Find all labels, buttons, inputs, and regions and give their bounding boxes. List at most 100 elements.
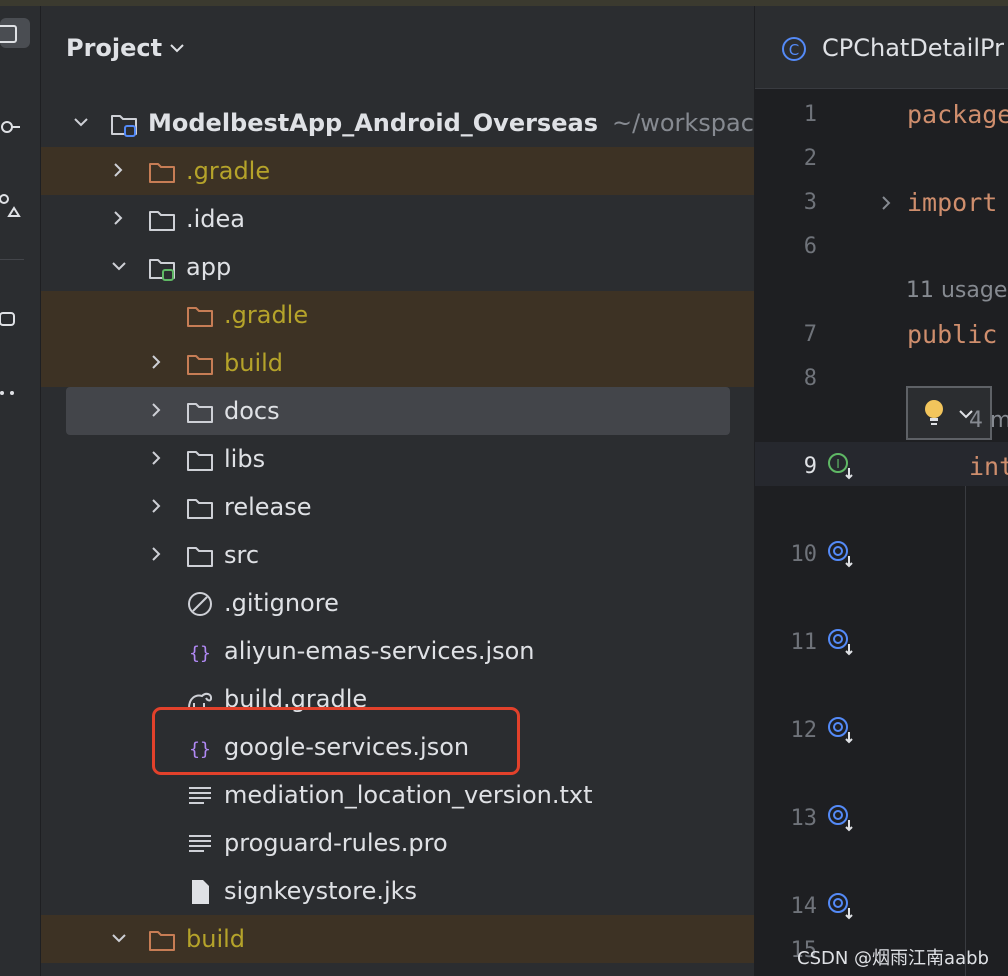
folder-icon xyxy=(187,547,213,567)
folder-icon xyxy=(149,211,175,231)
tree-row[interactable]: build xyxy=(41,339,754,387)
override-marker-icon[interactable] xyxy=(827,716,857,746)
line-number: 3 xyxy=(803,190,817,215)
project-panel-header: Project xyxy=(41,6,754,90)
line-number: 8 xyxy=(803,366,817,391)
json-file-icon: {} xyxy=(189,643,211,664)
tree-item-label: release xyxy=(224,493,312,521)
tree-row[interactable]: {} aliyun-emas-services.json xyxy=(41,627,754,675)
tree-item-label: aliyun-emas-services.json xyxy=(224,637,535,665)
tree-row[interactable]: build xyxy=(41,915,754,963)
svg-text:{}: {} xyxy=(189,643,211,664)
tree-row[interactable]: libs xyxy=(41,435,754,483)
tool-strip-separator xyxy=(0,259,24,260)
tree-row[interactable]: proguard-rules.pro xyxy=(41,819,754,867)
folder-icon xyxy=(149,931,175,951)
override-marker-icon[interactable] xyxy=(827,804,857,834)
line-number: 7 xyxy=(803,322,817,347)
chevron-down-icon[interactable] xyxy=(169,42,185,54)
tree-item-label: build xyxy=(224,349,284,377)
svg-text:I: I xyxy=(836,457,840,471)
code-keyword-public[interactable]: public xyxy=(907,320,997,349)
tree-row[interactable]: .gradle xyxy=(41,291,754,339)
ignore-file-icon xyxy=(188,592,212,616)
app-module-icon xyxy=(149,259,175,281)
project-panel: Project ModelbestApp_Android_Overseas ~/w… xyxy=(41,6,754,976)
tree-item-label: libs xyxy=(224,445,266,473)
tree-row[interactable]: mediation_location_version.txt xyxy=(41,771,754,819)
file-icon xyxy=(192,880,209,904)
chevron-right-icon[interactable] xyxy=(111,210,127,228)
tree-item-label: build xyxy=(186,925,246,953)
folder-icon xyxy=(187,307,213,327)
text-file-icon xyxy=(189,835,211,852)
folder-icon xyxy=(187,403,213,423)
text-file-icon xyxy=(189,787,211,804)
folder-icon xyxy=(187,499,213,519)
override-marker-icon[interactable] xyxy=(827,540,857,570)
module-icon xyxy=(111,115,137,137)
folder-icon xyxy=(149,163,175,183)
code-keyword-import[interactable]: import xyxy=(907,188,997,217)
commit-tool-icon[interactable] xyxy=(0,112,30,142)
tree-item-label: .idea xyxy=(186,205,246,233)
structure-tool-icon[interactable] xyxy=(0,192,30,222)
line-number: 9 xyxy=(803,454,817,479)
tree-row[interactable]: .idea xyxy=(41,195,754,243)
editor-tab-bar: C CPChatDetailPr xyxy=(755,6,1008,89)
tree-row[interactable]: signkeystore.jks xyxy=(41,867,754,915)
tree-row[interactable]: .gradle xyxy=(41,147,754,195)
tree-item-label: src xyxy=(224,541,260,569)
tree-item-label: .gradle xyxy=(224,301,309,329)
tree-item-label: docs xyxy=(224,397,280,425)
line-number: 6 xyxy=(803,234,817,259)
editor-tab-label[interactable]: CPChatDetailPr xyxy=(822,34,1004,62)
line-number: 1 xyxy=(803,102,817,127)
override-marker-icon[interactable] xyxy=(827,628,857,658)
tree-item-label: signkeystore.jks xyxy=(224,877,418,905)
line-number: 11 xyxy=(790,630,818,655)
line-number: 2 xyxy=(803,146,817,171)
chevron-down-icon[interactable] xyxy=(73,114,89,132)
line-number: 12 xyxy=(790,718,818,743)
lightbulb-icon[interactable] xyxy=(921,397,947,429)
class-file-icon: C xyxy=(782,37,806,61)
line-number: 13 xyxy=(790,806,818,831)
chevron-right-icon[interactable] xyxy=(149,546,165,564)
plugin-tool-icon[interactable] xyxy=(0,304,30,334)
tree-row[interactable]: .gitignore xyxy=(41,579,754,627)
folder-icon xyxy=(187,355,213,375)
chevron-right-icon[interactable] xyxy=(111,162,127,180)
tree-row[interactable]: docs xyxy=(41,387,754,435)
code-keyword-int[interactable]: int xyxy=(969,452,1008,481)
code-keyword-package[interactable]: package xyxy=(907,100,1008,129)
chevron-right-icon[interactable] xyxy=(149,354,165,372)
tool-window-strip xyxy=(0,6,41,976)
implemented-marker-icon[interactable]: I xyxy=(827,452,857,482)
chevron-right-icon[interactable] xyxy=(149,402,165,420)
tree-item-label: .gitignore xyxy=(224,589,339,617)
line-number: 14 xyxy=(790,894,818,919)
project-tool-icon[interactable] xyxy=(0,18,30,48)
annotation-highlight-box xyxy=(152,707,520,775)
chevron-right-icon[interactable] xyxy=(149,450,165,468)
more-tools-icon[interactable] xyxy=(0,378,30,408)
project-panel-title[interactable]: Project xyxy=(66,34,162,62)
tree-item-label: proguard-rules.pro xyxy=(224,829,448,857)
tree-item-label: .gradle xyxy=(186,157,271,185)
tree-item-label: mediation_location_version.txt xyxy=(224,781,593,809)
override-marker-icon[interactable] xyxy=(827,892,857,922)
watermark: CSDN @烟雨江南aabb xyxy=(797,948,989,969)
tree-item-label: app xyxy=(186,253,232,281)
chevron-down-icon[interactable] xyxy=(111,258,127,276)
editor-area: C CPChatDetailPr 1 2 3 6 7 8 9 10 11 12 … xyxy=(755,6,1008,976)
tree-row[interactable]: src xyxy=(41,531,754,579)
tree-row[interactable]: ModelbestApp_Android_Overseas ~/workspace… xyxy=(41,99,754,147)
chevron-right-icon[interactable] xyxy=(149,498,165,516)
usages-hint[interactable]: 11 usages xyxy=(906,278,1008,303)
fold-arrow-icon[interactable] xyxy=(879,194,893,212)
tree-row[interactable]: release xyxy=(41,483,754,531)
chevron-down-icon[interactable] xyxy=(111,930,127,948)
line-number: 10 xyxy=(790,542,818,567)
tree-row[interactable]: app xyxy=(41,243,754,291)
